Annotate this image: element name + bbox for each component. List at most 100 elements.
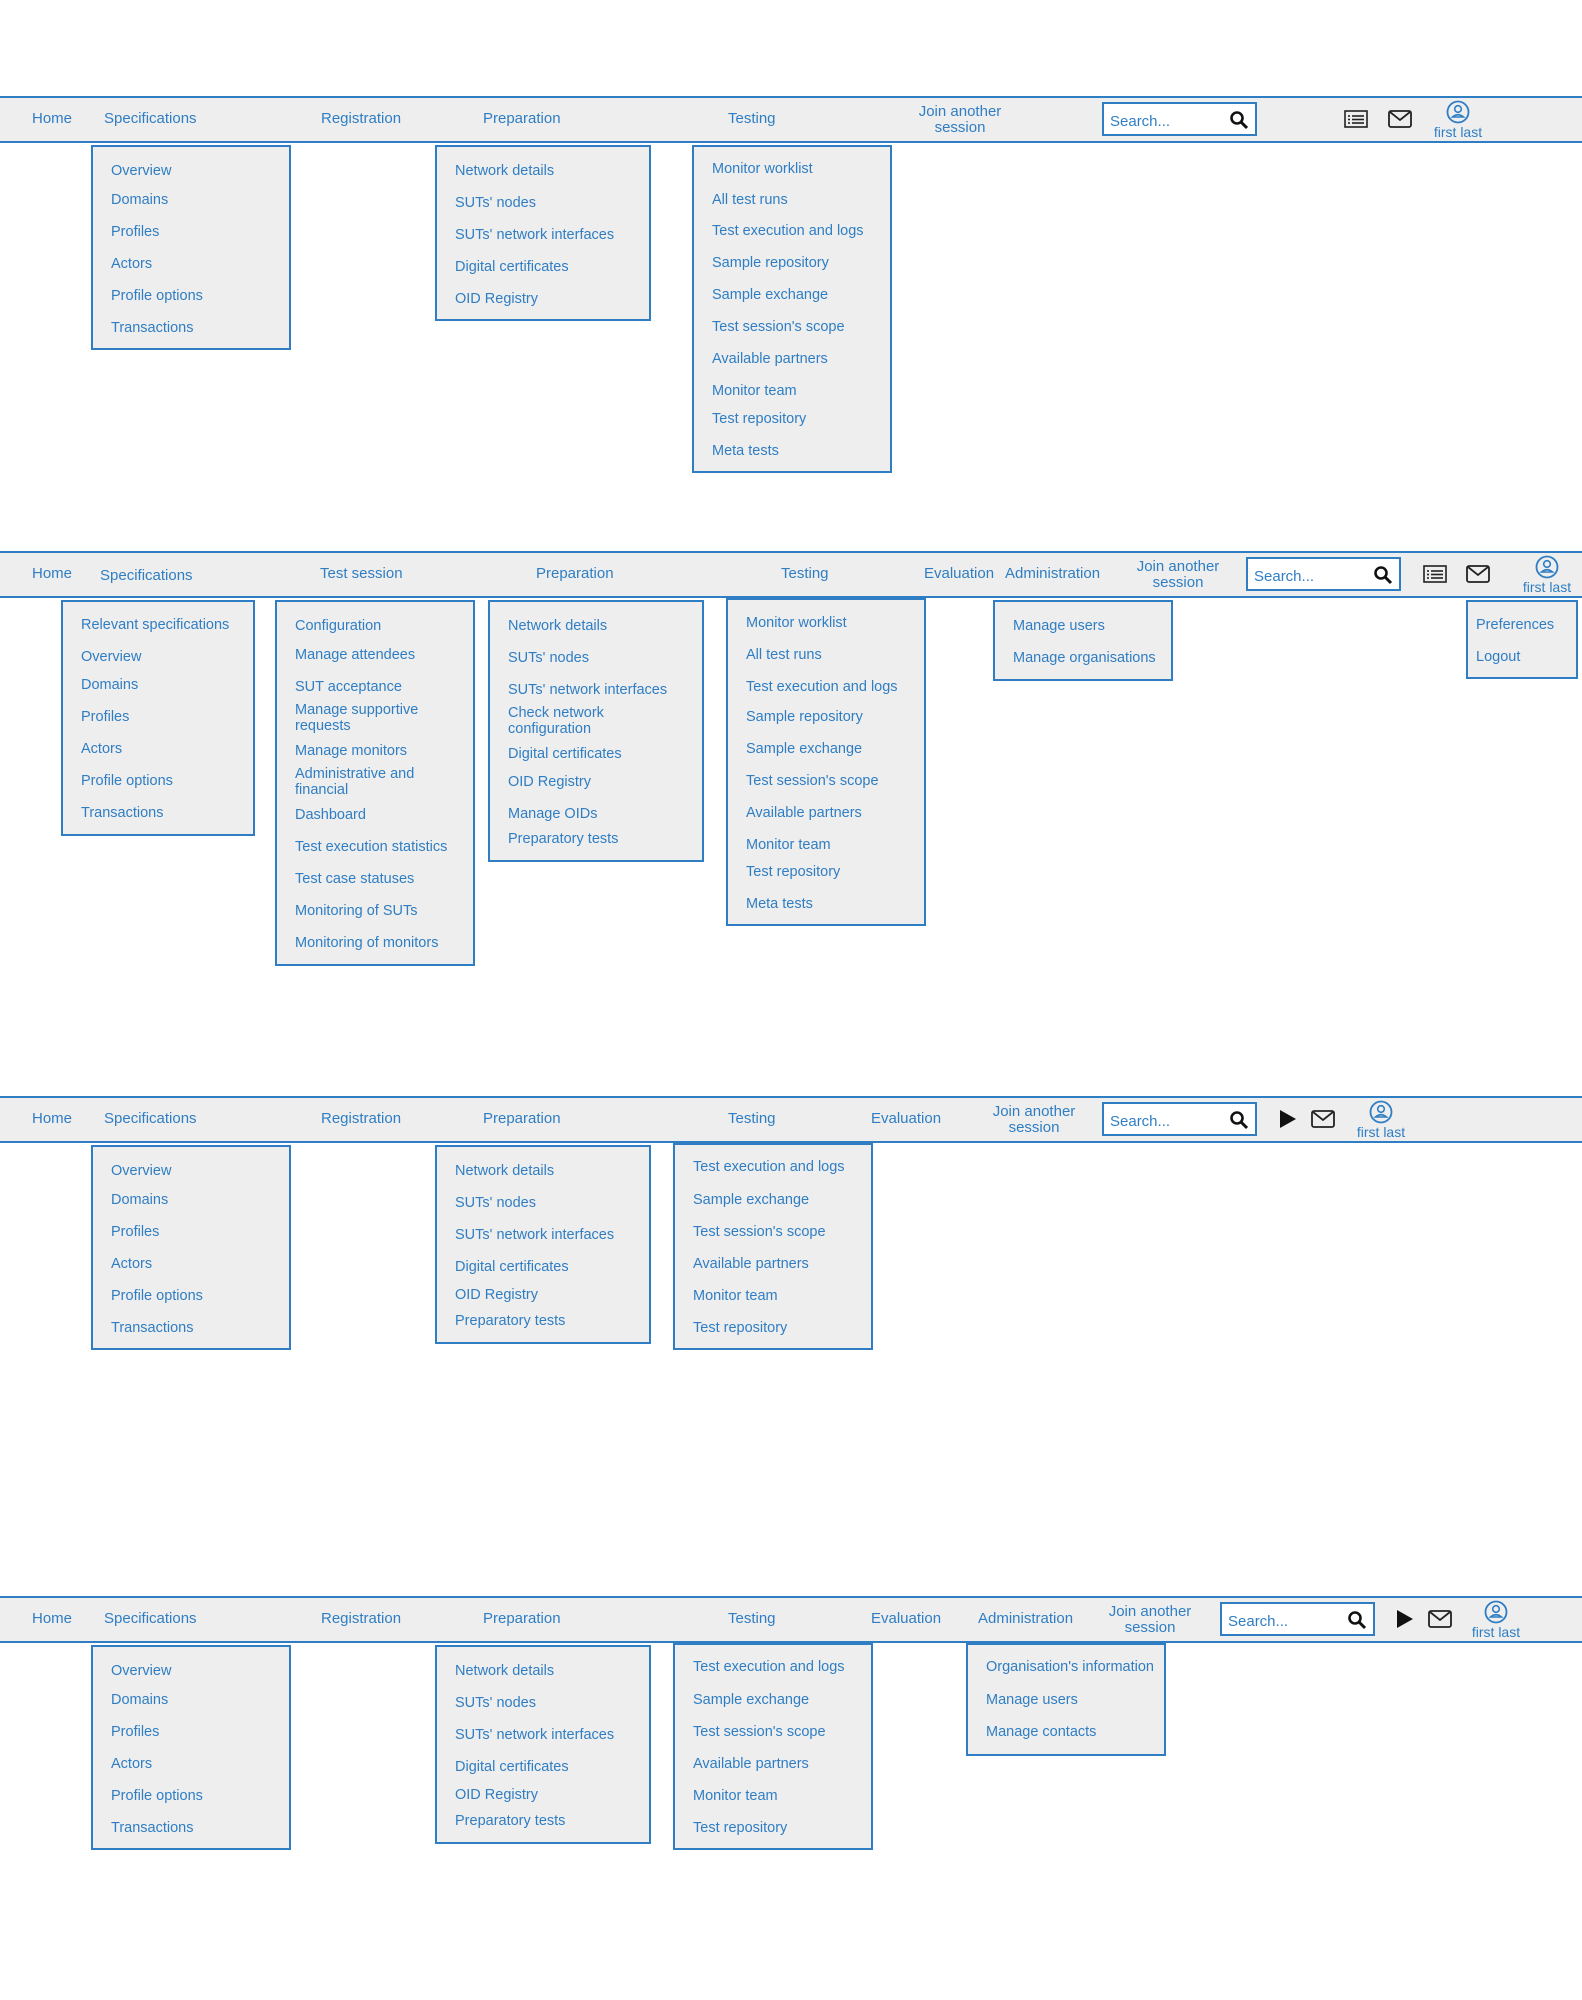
menu-item-monitor-worklist[interactable]: Monitor worklist [712,161,813,177]
menu-item-test-execution-statistics[interactable]: Test execution statistics [295,839,447,855]
menu-item-monitor-team[interactable]: Monitor team [693,1788,778,1804]
menu-item-preparatory-tests[interactable]: Preparatory tests [508,831,618,847]
search-input[interactable] [1226,1610,1340,1632]
menu-item-suts-nodes[interactable]: SUTs' nodes [455,195,536,211]
nav-join-session[interactable]: Join another session [1104,1604,1196,1636]
menu-item-test-execution-logs[interactable]: Test execution and logs [693,1659,845,1675]
menu-item-suts-network-interfaces[interactable]: SUTs' network interfaces [508,682,667,698]
menu-item-sample-repository[interactable]: Sample repository [712,255,829,271]
nav-home[interactable]: Home [32,565,72,582]
menu-item-sut-acceptance[interactable]: SUT acceptance [295,679,402,695]
menu-item-network-details[interactable]: Network details [508,618,607,634]
menu-item-all-test-runs[interactable]: All test runs [746,647,822,663]
menu-item-test-session-scope[interactable]: Test session's scope [693,1224,826,1240]
menu-item-overview[interactable]: Overview [111,1663,171,1679]
menu-item-actors[interactable]: Actors [111,1756,152,1772]
menu-item-transactions[interactable]: Transactions [111,1820,193,1836]
nav-evaluation[interactable]: Evaluation [871,1110,941,1127]
menu-item-all-test-runs[interactable]: All test runs [712,192,788,208]
menu-item-oid-registry[interactable]: OID Registry [455,291,538,307]
menu-item-oid-registry[interactable]: OID Registry [455,1287,538,1303]
menu-item-test-session-scope[interactable]: Test session's scope [712,319,845,335]
menu-item-suts-network-interfaces[interactable]: SUTs' network interfaces [455,1727,614,1743]
menu-item-profile-options[interactable]: Profile options [81,773,173,789]
menu-item-overview[interactable]: Overview [111,163,171,179]
menu-item-test-session-scope[interactable]: Test session's scope [746,773,879,789]
menu-item-available-partners[interactable]: Available partners [693,1256,809,1272]
menu-item-domains[interactable]: Domains [111,1692,168,1708]
menu-item-profile-options[interactable]: Profile options [111,1788,203,1804]
menu-item-network-details[interactable]: Network details [455,1663,554,1679]
menu-item-manage-users[interactable]: Manage users [1013,618,1105,634]
menu-item-check-network-configuration[interactable]: Check network configuration [508,705,658,737]
menu-item-domains[interactable]: Domains [111,1192,168,1208]
nav-preparation[interactable]: Preparation [483,110,561,127]
nav-evaluation[interactable]: Evaluation [871,1610,941,1627]
menu-item-transactions[interactable]: Transactions [81,805,163,821]
play-icon[interactable] [1392,1608,1418,1630]
nav-preparation[interactable]: Preparation [483,1110,561,1127]
menu-item-manage-organisations[interactable]: Manage organisations [1013,650,1156,666]
search-box[interactable] [1220,1602,1375,1636]
mail-icon[interactable] [1427,1608,1453,1630]
nav-specifications[interactable]: Specifications [104,1110,197,1127]
nav-specifications[interactable]: Specifications [104,1610,197,1627]
menu-item-available-partners[interactable]: Available partners [693,1756,809,1772]
menu-item-suts-nodes[interactable]: SUTs' nodes [508,650,589,666]
menu-item-suts-nodes[interactable]: SUTs' nodes [455,1195,536,1211]
nav-join-session[interactable]: Join another session [988,1104,1080,1136]
nav-preparation[interactable]: Preparation [536,565,614,582]
user-menu[interactable]: first last [1466,1600,1526,1639]
menu-item-configuration[interactable]: Configuration [295,618,381,634]
menu-item-manage-monitors[interactable]: Manage monitors [295,743,407,759]
menu-item-administrative-financial[interactable]: Administrative and financial [295,766,445,798]
menu-item-monitoring-suts[interactable]: Monitoring of SUTs [295,903,418,919]
menu-item-transactions[interactable]: Transactions [111,320,193,336]
nav-specifications[interactable]: Specifications [100,567,193,584]
menu-item-monitor-worklist[interactable]: Monitor worklist [746,615,847,631]
menu-item-oid-registry[interactable]: OID Registry [455,1787,538,1803]
menu-item-test-execution-logs[interactable]: Test execution and logs [746,679,898,695]
menu-item-transactions[interactable]: Transactions [111,1320,193,1336]
menu-item-suts-nodes[interactable]: SUTs' nodes [455,1695,536,1711]
nav-home[interactable]: Home [32,1610,72,1627]
menu-item-profiles[interactable]: Profiles [111,1224,159,1240]
play-icon[interactable] [1275,1108,1301,1130]
menu-item-actors[interactable]: Actors [81,741,122,757]
nav-specifications[interactable]: Specifications [104,110,197,127]
menu-item-domains[interactable]: Domains [111,192,168,208]
search-icon[interactable] [1373,565,1393,585]
nav-registration[interactable]: Registration [321,1110,401,1127]
menu-item-test-execution-logs[interactable]: Test execution and logs [712,223,864,239]
menu-item-manage-attendees[interactable]: Manage attendees [295,647,415,663]
menu-item-test-repository[interactable]: Test repository [693,1820,787,1836]
menu-item-sample-exchange[interactable]: Sample exchange [712,287,828,303]
menu-item-digital-certificates[interactable]: Digital certificates [455,1259,569,1275]
menu-item-monitor-team[interactable]: Monitor team [712,383,797,399]
nav-test-session[interactable]: Test session [320,565,403,582]
menu-item-manage-oids[interactable]: Manage OIDs [508,806,597,822]
menu-item-network-details[interactable]: Network details [455,1163,554,1179]
search-input[interactable] [1252,565,1366,587]
menu-item-sample-repository[interactable]: Sample repository [746,709,863,725]
nav-join-session[interactable]: Join another session [1132,559,1224,591]
menu-item-profiles[interactable]: Profiles [81,709,129,725]
menu-item-digital-certificates[interactable]: Digital certificates [455,259,569,275]
menu-item-digital-certificates[interactable]: Digital certificates [508,746,622,762]
search-input[interactable] [1108,1110,1222,1132]
menu-item-manage-supportive-requests[interactable]: Manage supportive requests [295,702,445,734]
menu-item-manage-users[interactable]: Manage users [986,1692,1078,1708]
menu-item-logout[interactable]: Logout [1476,649,1520,665]
nav-join-session[interactable]: Join another session [914,104,1006,136]
menu-item-preparatory-tests[interactable]: Preparatory tests [455,1813,565,1829]
menu-item-test-repository[interactable]: Test repository [746,864,840,880]
list-icon[interactable] [1422,563,1448,585]
menu-item-network-details[interactable]: Network details [455,163,554,179]
menu-item-meta-tests[interactable]: Meta tests [712,443,779,459]
menu-item-overview[interactable]: Overview [111,1163,171,1179]
user-menu[interactable]: first last [1351,1100,1411,1139]
menu-item-preferences[interactable]: Preferences [1476,617,1554,633]
menu-item-monitoring-monitors[interactable]: Monitoring of monitors [295,935,438,951]
nav-administration[interactable]: Administration [978,1610,1073,1627]
menu-item-oid-registry[interactable]: OID Registry [508,774,591,790]
